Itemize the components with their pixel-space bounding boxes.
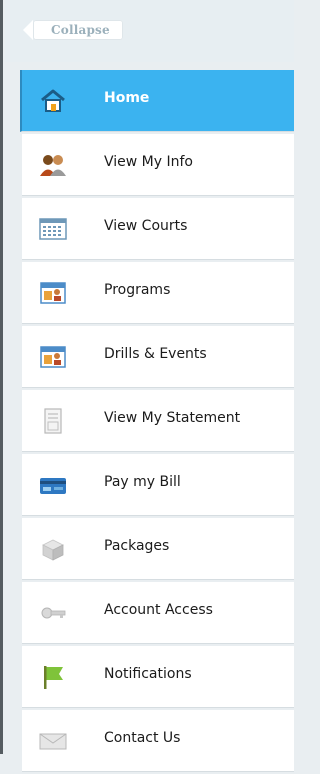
sidebar-item-label: Packages — [104, 538, 170, 554]
sidebar-item-programs[interactable]: Programs — [22, 262, 294, 324]
flag-icon — [44, 666, 63, 689]
sidebar-item-label: Programs — [104, 282, 171, 298]
sidebar-item-label: View Courts — [104, 218, 188, 234]
envelope-icon — [39, 733, 67, 750]
programs-icon — [40, 282, 66, 304]
statement-icon — [44, 408, 62, 434]
sidebar-item-label: Notifications — [104, 666, 192, 682]
calendar-icon — [39, 218, 67, 240]
sidebar-item-view-my-info[interactable]: View My Info — [22, 134, 294, 196]
sidebar-item-pay-my-bill[interactable]: Pay my Bill — [22, 454, 294, 516]
sidebar-item-label: Contact Us — [104, 730, 181, 746]
sidebar-item-drills-events[interactable]: Drills & Events — [22, 326, 294, 388]
collapse-label: Collapse — [51, 23, 110, 37]
key-icon — [41, 607, 66, 619]
collapse-bar: Collapse — [5, 0, 294, 62]
credit-card-icon — [40, 478, 66, 494]
sidebar-item-notifications[interactable]: Notifications — [22, 646, 294, 708]
sidebar-item-label: Pay my Bill — [104, 474, 181, 490]
sidebar-item-label: Drills & Events — [104, 346, 207, 362]
sidebar-item-label: View My Info — [104, 154, 193, 170]
collapse-button[interactable]: Collapse — [23, 20, 123, 40]
sidebar-item-label: Account Access — [104, 602, 213, 618]
home-icon — [41, 89, 65, 112]
sidebar-item-account-access[interactable]: Account Access — [22, 582, 294, 644]
sidebar-item-contact-us[interactable]: Contact Us — [22, 710, 294, 772]
sidebar-item-view-my-statement[interactable]: View My Statement — [22, 390, 294, 452]
users-icon — [40, 155, 66, 176]
sidebar-edge — [0, 0, 3, 754]
sidebar-item-home[interactable]: Home — [20, 70, 294, 132]
sidebar-item-label: View My Statement — [104, 410, 241, 426]
packages-icon — [42, 539, 64, 561]
sidebar-item-view-courts[interactable]: View Courts — [22, 198, 294, 260]
sidebar-item-label: Home — [104, 90, 150, 106]
sidebar-menu: Home View My Info View Courts Programs D… — [20, 70, 294, 774]
sidebar-item-packages[interactable]: Packages — [22, 518, 294, 580]
events-icon — [40, 346, 66, 368]
